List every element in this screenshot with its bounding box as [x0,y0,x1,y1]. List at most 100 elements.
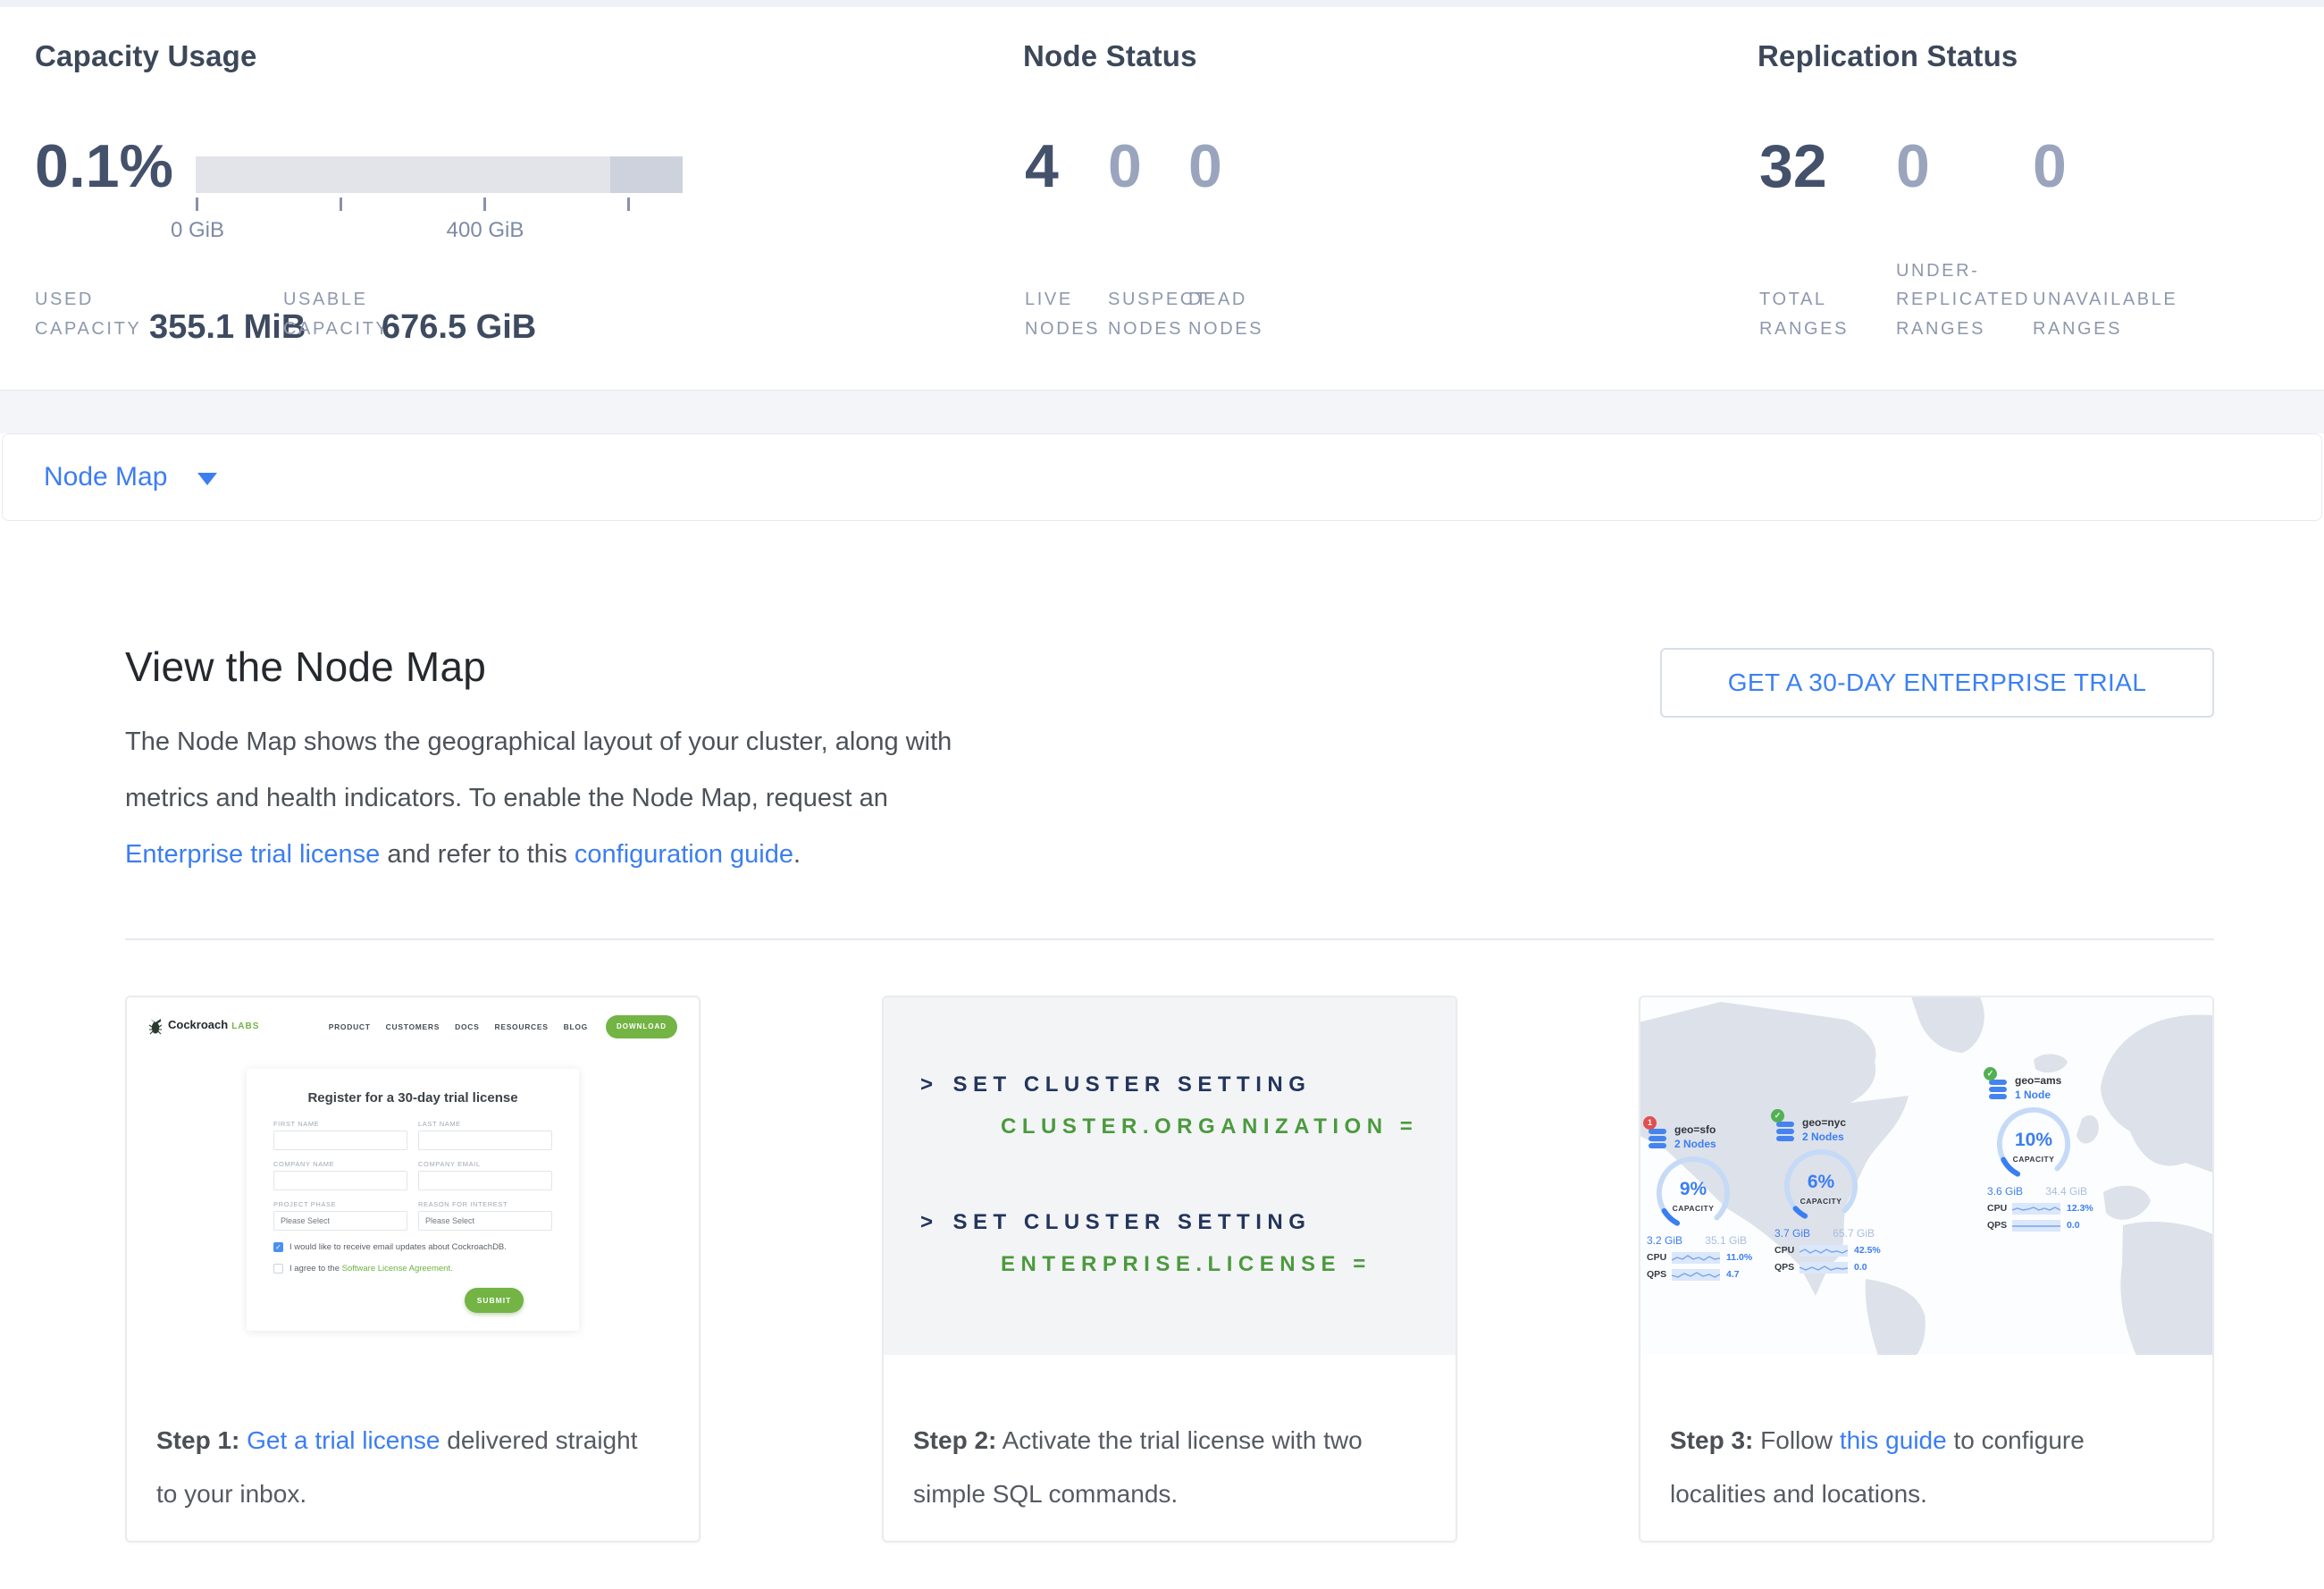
under-replicated-label: UNDER-REPLICATED RANGES [1896,256,2030,343]
registration-site-screenshot: Cockroach LABS PRODUCT CUSTOMERS DOCS RE… [127,997,699,1355]
get-trial-license-link[interactable]: Get a trial license [247,1426,440,1454]
node-map-dropdown-label[interactable]: Node Map [44,462,167,492]
capacity-percent: 10% [1987,1130,2080,1151]
cpu-label: CPU [1774,1245,1800,1256]
email-updates-row: ✓ I would like to receive email updates … [273,1242,552,1252]
step-2-caption: Step 2: Activate the trial license with … [884,1355,1456,1521]
replication-status-title: Replication Status [1758,39,2018,73]
total-ranges-count: 32 [1759,136,1827,197]
capacity-usage-title: Capacity Usage [35,39,257,73]
under-replicated-count: 0 [1896,136,1930,197]
sql-commands-graphic: > SET CLUSTER SETTING CLUSTER.ORGANIZATIO… [884,997,1456,1355]
email-updates-text: I would like to receive email updates ab… [289,1242,507,1252]
capacity-label: CAPACITY [1647,1204,1740,1213]
software-license-link: Software License Agreement. [342,1264,453,1274]
intro-block: View the Node Map The Node Map shows the… [125,643,983,883]
company-email-input [418,1171,552,1190]
caption-text: Follow [1753,1426,1839,1454]
form-field: PROJECT PHASE Please Select [273,1200,407,1231]
node-status-title: Node Status [1023,39,1197,73]
get-trial-button[interactable]: GET A 30-DAY ENTERPRISE TRIAL [1660,648,2214,718]
qps-value: 0.0 [1854,1262,1867,1273]
step-3-label: Step 3: [1670,1426,1753,1454]
capacity-used: 3.6 GiB [1987,1185,2023,1198]
capacity-gauge: 6% CAPACITY [1774,1147,1867,1225]
cpu-label: CPU [1647,1252,1672,1263]
qps-value: 0.0 [2067,1220,2080,1231]
form-field: LAST NAME [418,1120,552,1150]
step-2-card: > SET CLUSTER SETTING CLUSTER.ORGANIZATIO… [882,996,1457,1543]
chevron-down-icon [197,473,217,485]
locality-nodes: 2 Nodes [1802,1131,1846,1143]
axis-tick [627,198,630,211]
divider [125,938,2214,940]
brand-suffix: LABS [231,1022,259,1031]
dead-nodes-label: DEAD NODES [1188,285,1271,343]
axis-tick-label: 400 GiB [447,218,524,243]
this-guide-link[interactable]: this guide [1840,1426,1947,1454]
form-field: FIRST NAME [273,1120,407,1150]
qps-label: QPS [1987,1220,2012,1231]
field-label: PROJECT PHASE [273,1200,407,1208]
configuration-guide-link[interactable]: configuration guide [575,840,793,869]
form-field: REASON FOR INTERESTPlease Select [418,1200,552,1231]
page-title: View the Node Map [125,643,983,691]
database-icon [1989,1080,2007,1101]
live-nodes-label: LIVE NODES [1025,285,1107,343]
step-1-label: Step 1: [156,1426,239,1454]
top-strip [0,0,2324,7]
cpu-value: 12.3% [2067,1203,2093,1214]
capacity-used: 3.7 GiB [1774,1227,1810,1240]
unavailable-count: 0 [2033,136,2067,197]
checkbox-checked-icon: ✓ [273,1242,283,1252]
axis-tick [340,198,342,211]
capacity-percent: 6% [1774,1172,1867,1193]
qps-sparkline [1672,1269,1720,1281]
dead-nodes-count: 0 [1188,136,1222,197]
capacity-total: 65.7 GiB [1833,1227,1875,1240]
map-marker-ams: ✓ geo=ams 1 Node 10% CAPACITY [1987,1074,2098,1232]
project-phase-select: Please Select [273,1211,407,1231]
capacity-percent: 0.1% [35,136,173,197]
cpu-value: 11.0% [1726,1252,1752,1263]
step-2-label: Step 2: [913,1426,996,1454]
capacity-bar-chart [196,156,683,193]
locality-nodes: 1 Node [2015,1089,2061,1101]
steps-cards-row: Cockroach LABS PRODUCT CUSTOMERS DOCS RE… [125,996,2214,1543]
healthy-badge: ✓ [1984,1067,1997,1080]
capacity-label: CAPACITY [1987,1155,2080,1164]
cpu-value: 42.5% [1854,1245,1881,1256]
node-map-empty-state: View the Node Map The Node Map shows the… [0,521,2324,1543]
company-name-input [273,1171,407,1190]
locality-name: geo=nyc [1802,1116,1846,1129]
cpu-sparkline [2012,1203,2060,1215]
database-icon [1776,1122,1794,1143]
map-marker-sfo: 1 geo=sfo 2 Nodes 9% CAPACITY [1647,1123,1758,1281]
capacity-used: 3.2 GiB [1647,1234,1682,1247]
intro-text: . [793,840,801,869]
axis-tick [196,198,198,211]
qps-sparkline [1800,1262,1848,1274]
first-name-input [273,1131,407,1150]
step-3-caption: Step 3: Follow this guide to configure l… [1640,1355,2212,1521]
qps-label: QPS [1774,1262,1800,1273]
node-map-preview: 1 geo=sfo 2 Nodes 9% CAPACITY [1640,997,2212,1355]
capacity-total: 35.1 GiB [1705,1234,1747,1247]
error-badge: 1 [1643,1116,1657,1130]
prompt-icon: > [920,1072,939,1097]
node-map-dropdown[interactable]: Node Map [2,433,2322,521]
nav-item: RESOURCES [494,1022,548,1031]
healthy-badge: ✓ [1771,1109,1784,1122]
sql-setting-organization: CLUSTER.ORGANIZATION = [920,1106,1456,1148]
intro-text: and refer to this [380,840,575,869]
section-gap [0,391,2324,433]
form-field: COMPANY EMAIL [418,1160,552,1190]
capacity-percent: 9% [1647,1179,1740,1200]
locality-name: geo=sfo [1674,1123,1716,1136]
cluster-summary-panel: Capacity Usage 0.1% 0 GiB 400 GiB USED C… [0,7,2324,391]
sql-command: SET CLUSTER SETTING [953,1072,1312,1097]
enterprise-trial-license-link[interactable]: Enterprise trial license [125,840,380,869]
sql-line: > SET CLUSTER SETTING [920,1064,1456,1106]
locality-name: geo=ams [2015,1074,2061,1087]
capacity-label: CAPACITY [1774,1197,1867,1206]
